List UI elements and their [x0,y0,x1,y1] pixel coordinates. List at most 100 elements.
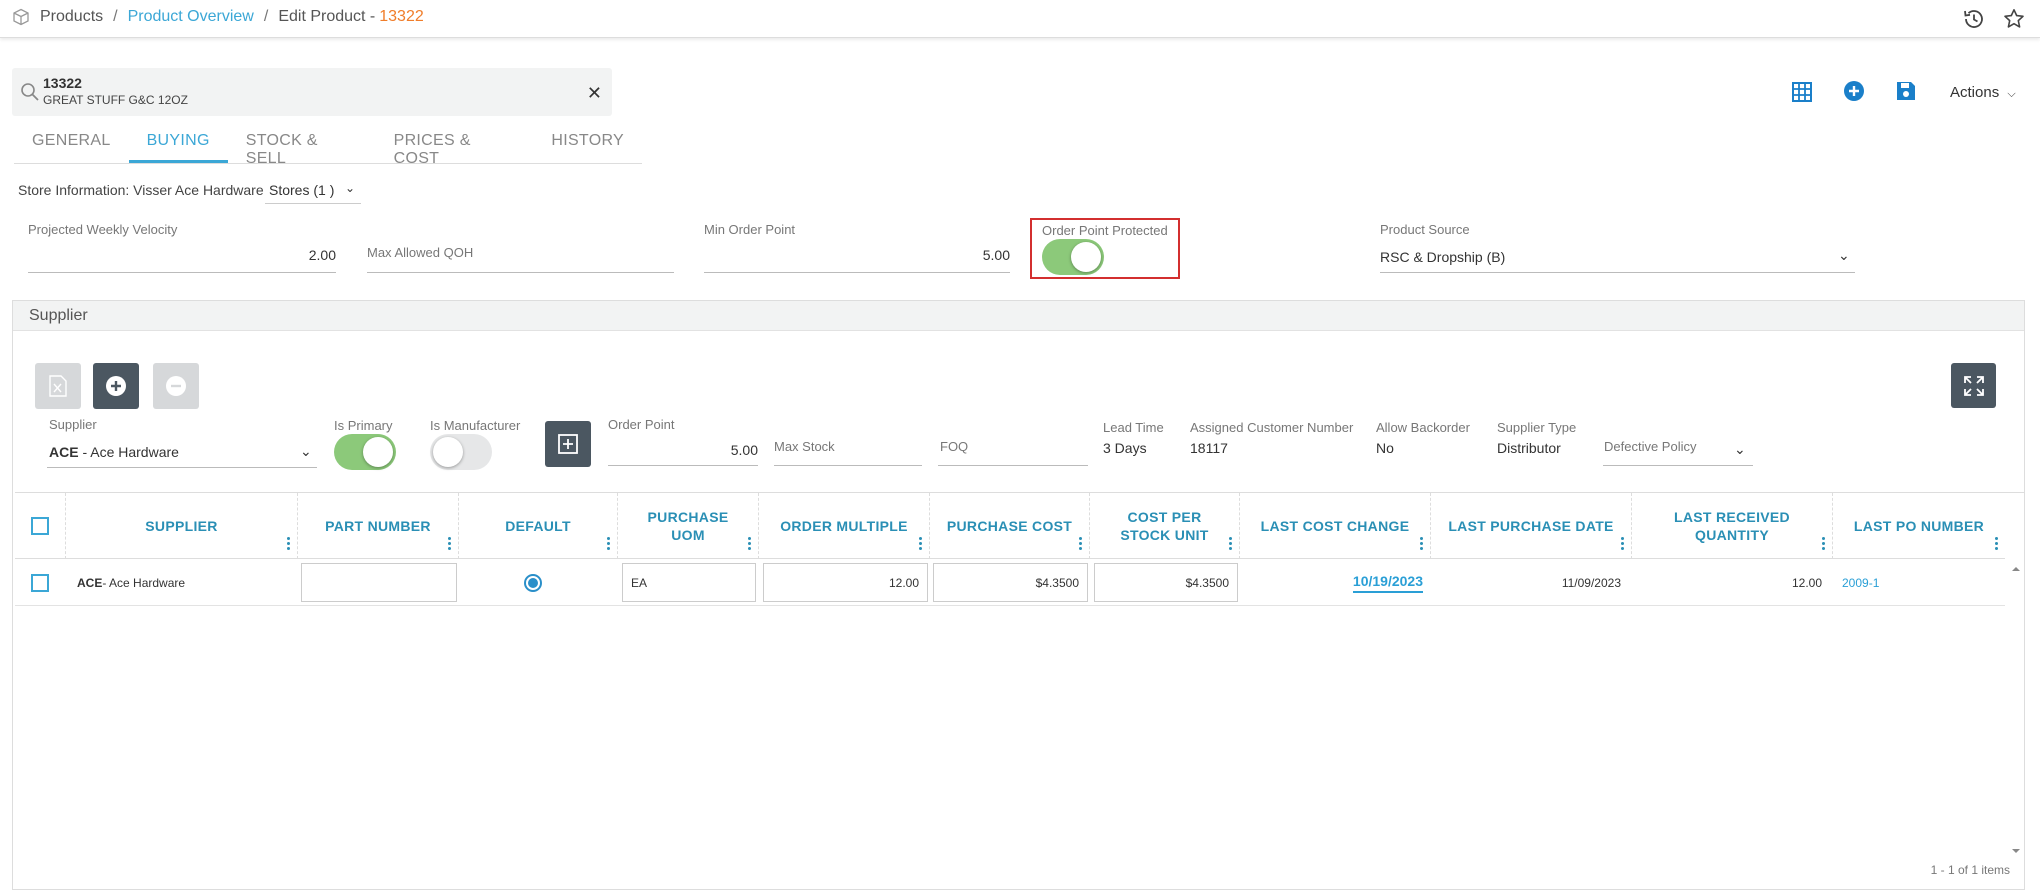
default-radio[interactable] [524,573,542,592]
defective-policy-label: Defective Policy [1604,439,1697,454]
column-header-last-received-quantity[interactable]: LAST RECEIVED QUANTITY [1631,493,1832,559]
supplier-code: ACE [49,444,79,460]
column-header-cost-per-stock-unit[interactable]: COST PER STOCK UNIT [1089,493,1239,559]
export-excel-button[interactable] [35,363,81,409]
cell-last-received-quantity: 12.00 [1791,575,1822,590]
max-allowed-qoh-input[interactable] [367,272,674,273]
kebab-menu-icon[interactable] [1621,537,1625,551]
grid-header: SUPPLIER PART NUMBER DEFAULT PURCHASE UO… [15,493,2005,559]
column-header-last-po-number[interactable]: LAST PO NUMBER [1832,493,2005,559]
chevron-down-icon[interactable]: ⌄ [300,443,312,460]
add-supplier-button[interactable] [93,363,139,409]
chevron-down-icon[interactable]: ⌄ [1838,247,1850,264]
kebab-menu-icon[interactable] [287,537,291,551]
stores-select[interactable]: Stores (1 ) ⌄ [265,178,361,204]
kebab-menu-icon[interactable] [448,537,452,551]
product-number: 13322 [43,75,82,91]
min-order-point-input[interactable]: 5.00 [704,247,1010,263]
product-source-value[interactable]: RSC & Dropship (B) [1380,249,1505,265]
chevron-down-icon: ⌵ [2007,88,2016,100]
scroll-up-icon[interactable] [2007,563,2025,575]
breadcrumb-products[interactable]: Products [40,8,103,26]
column-header-purchase-uom[interactable]: PURCHASE UOM [617,493,758,559]
column-header-label: LAST PURCHASE DATE [1448,518,1614,534]
column-header-last-purchase-date[interactable]: LAST PURCHASE DATE [1430,493,1631,559]
kebab-menu-icon[interactable] [1995,537,1999,551]
supplier-type-label: Supplier Type [1497,420,1577,435]
kebab-menu-icon[interactable] [1079,537,1083,551]
tab-buying[interactable]: BUYING [128,128,228,163]
part-number-input[interactable] [301,563,457,602]
tab-history[interactable]: HISTORY [533,128,642,163]
grid-view-icon[interactable] [1792,82,1812,102]
plus-circle-icon [106,376,126,396]
history-icon[interactable] [1962,7,1986,31]
column-header-part-number[interactable]: PART NUMBER [297,493,458,559]
product-search[interactable]: 13322 GREAT STUFF G&C 12OZ ✕ [12,68,612,116]
column-header-label: DEFAULT [505,518,571,534]
column-header-purchase-cost[interactable]: PURCHASE COST [929,493,1089,559]
is-manufacturer-toggle[interactable] [430,434,492,470]
column-header-label: ORDER MULTIPLE [780,518,908,534]
chevron-down-icon: ⌄ [344,181,355,195]
tab-general[interactable]: GENERAL [14,128,129,163]
tab-prices-cost[interactable]: PRICES & COST [376,128,534,167]
grid-scrollbar[interactable] [2007,559,2025,859]
kebab-menu-icon[interactable] [1822,537,1826,551]
row-checkbox[interactable] [31,573,49,592]
last-cost-change-link[interactable]: 10/19/2023 [1352,573,1423,593]
column-header-label: COST PER STOCK UNIT [1120,509,1209,543]
actions-menu-button[interactable]: Actions ⌵ [1950,84,2016,101]
column-header-order-multiple[interactable]: ORDER MULTIPLE [758,493,929,559]
breadcrumb: Products / Product Overview / Edit Produ… [12,8,424,26]
cell-supplier-code: ACE [77,575,103,590]
column-header-supplier[interactable]: SUPPLIER [65,493,297,559]
select-all-checkbox[interactable] [31,517,49,535]
chevron-down-icon[interactable]: ⌄ [1734,441,1746,458]
kebab-menu-icon[interactable] [748,537,752,551]
column-header-last-cost-change[interactable]: LAST COST CHANGE [1239,493,1430,559]
last-po-number-link[interactable]: 2009-1 [1842,559,1879,606]
order-point-label: Order Point [608,417,675,432]
kebab-menu-icon[interactable] [1420,537,1424,551]
cost-per-stock-unit-input[interactable]: $4.3500 [1094,563,1238,602]
projected-weekly-velocity-underline [28,272,336,273]
supplier-panel-header: Supplier [13,301,2024,331]
clear-icon[interactable]: ✕ [587,83,602,104]
add-icon[interactable] [1843,80,1865,102]
order-point-input[interactable]: 5.00 [608,442,758,458]
column-header-default[interactable]: DEFAULT [458,493,617,559]
supplier-select[interactable]: ACE - Ace Hardware [49,444,179,460]
is-primary-toggle[interactable] [334,434,396,470]
table-row[interactable]: ACE - Ace Hardware EA 12.00 $4.3500 $4.3… [15,559,2005,606]
max-stock-input[interactable] [774,465,922,466]
kebab-menu-icon[interactable] [607,537,611,551]
cell-last-cost-change[interactable]: 10/19/2023 [1239,559,1423,606]
defective-policy-select[interactable] [1603,465,1753,466]
purchase-cost-input[interactable]: $4.3500 [933,563,1088,602]
foq-input[interactable] [938,465,1088,466]
purchase-uom-input[interactable]: EA [622,563,756,602]
save-icon[interactable] [1896,81,1916,101]
order-point-underline [608,465,758,466]
remove-supplier-button[interactable] [153,363,199,409]
kebab-menu-icon[interactable] [1229,537,1233,551]
tab-stock-sell[interactable]: STOCK & SELL [228,128,376,167]
lead-time-value: 3 Days [1103,440,1147,456]
breadcrumb-product-overview[interactable]: Product Overview [128,8,254,26]
supplier-grid: SUPPLIER PART NUMBER DEFAULT PURCHASE UO… [15,492,2025,890]
default-radio-cell [524,559,542,606]
column-header-label: LAST PO NUMBER [1853,518,1985,534]
scroll-down-icon[interactable] [2007,845,2025,857]
breadcrumb-separator: / [263,8,269,25]
expand-button[interactable] [1951,363,1996,408]
plus-square-icon [558,434,578,454]
star-icon[interactable] [2002,7,2026,31]
assigned-customer-number-label: Assigned Customer Number [1190,420,1354,435]
kebab-menu-icon[interactable] [919,537,923,551]
projected-weekly-velocity-input[interactable]: 2.00 [28,247,336,263]
order-multiple-input[interactable]: 12.00 [763,563,928,602]
add-order-point-button[interactable] [545,421,591,467]
cell-supplier: ACE - Ace Hardware [77,559,185,606]
column-header-label: LAST RECEIVED QUANTITY [1674,509,1790,543]
